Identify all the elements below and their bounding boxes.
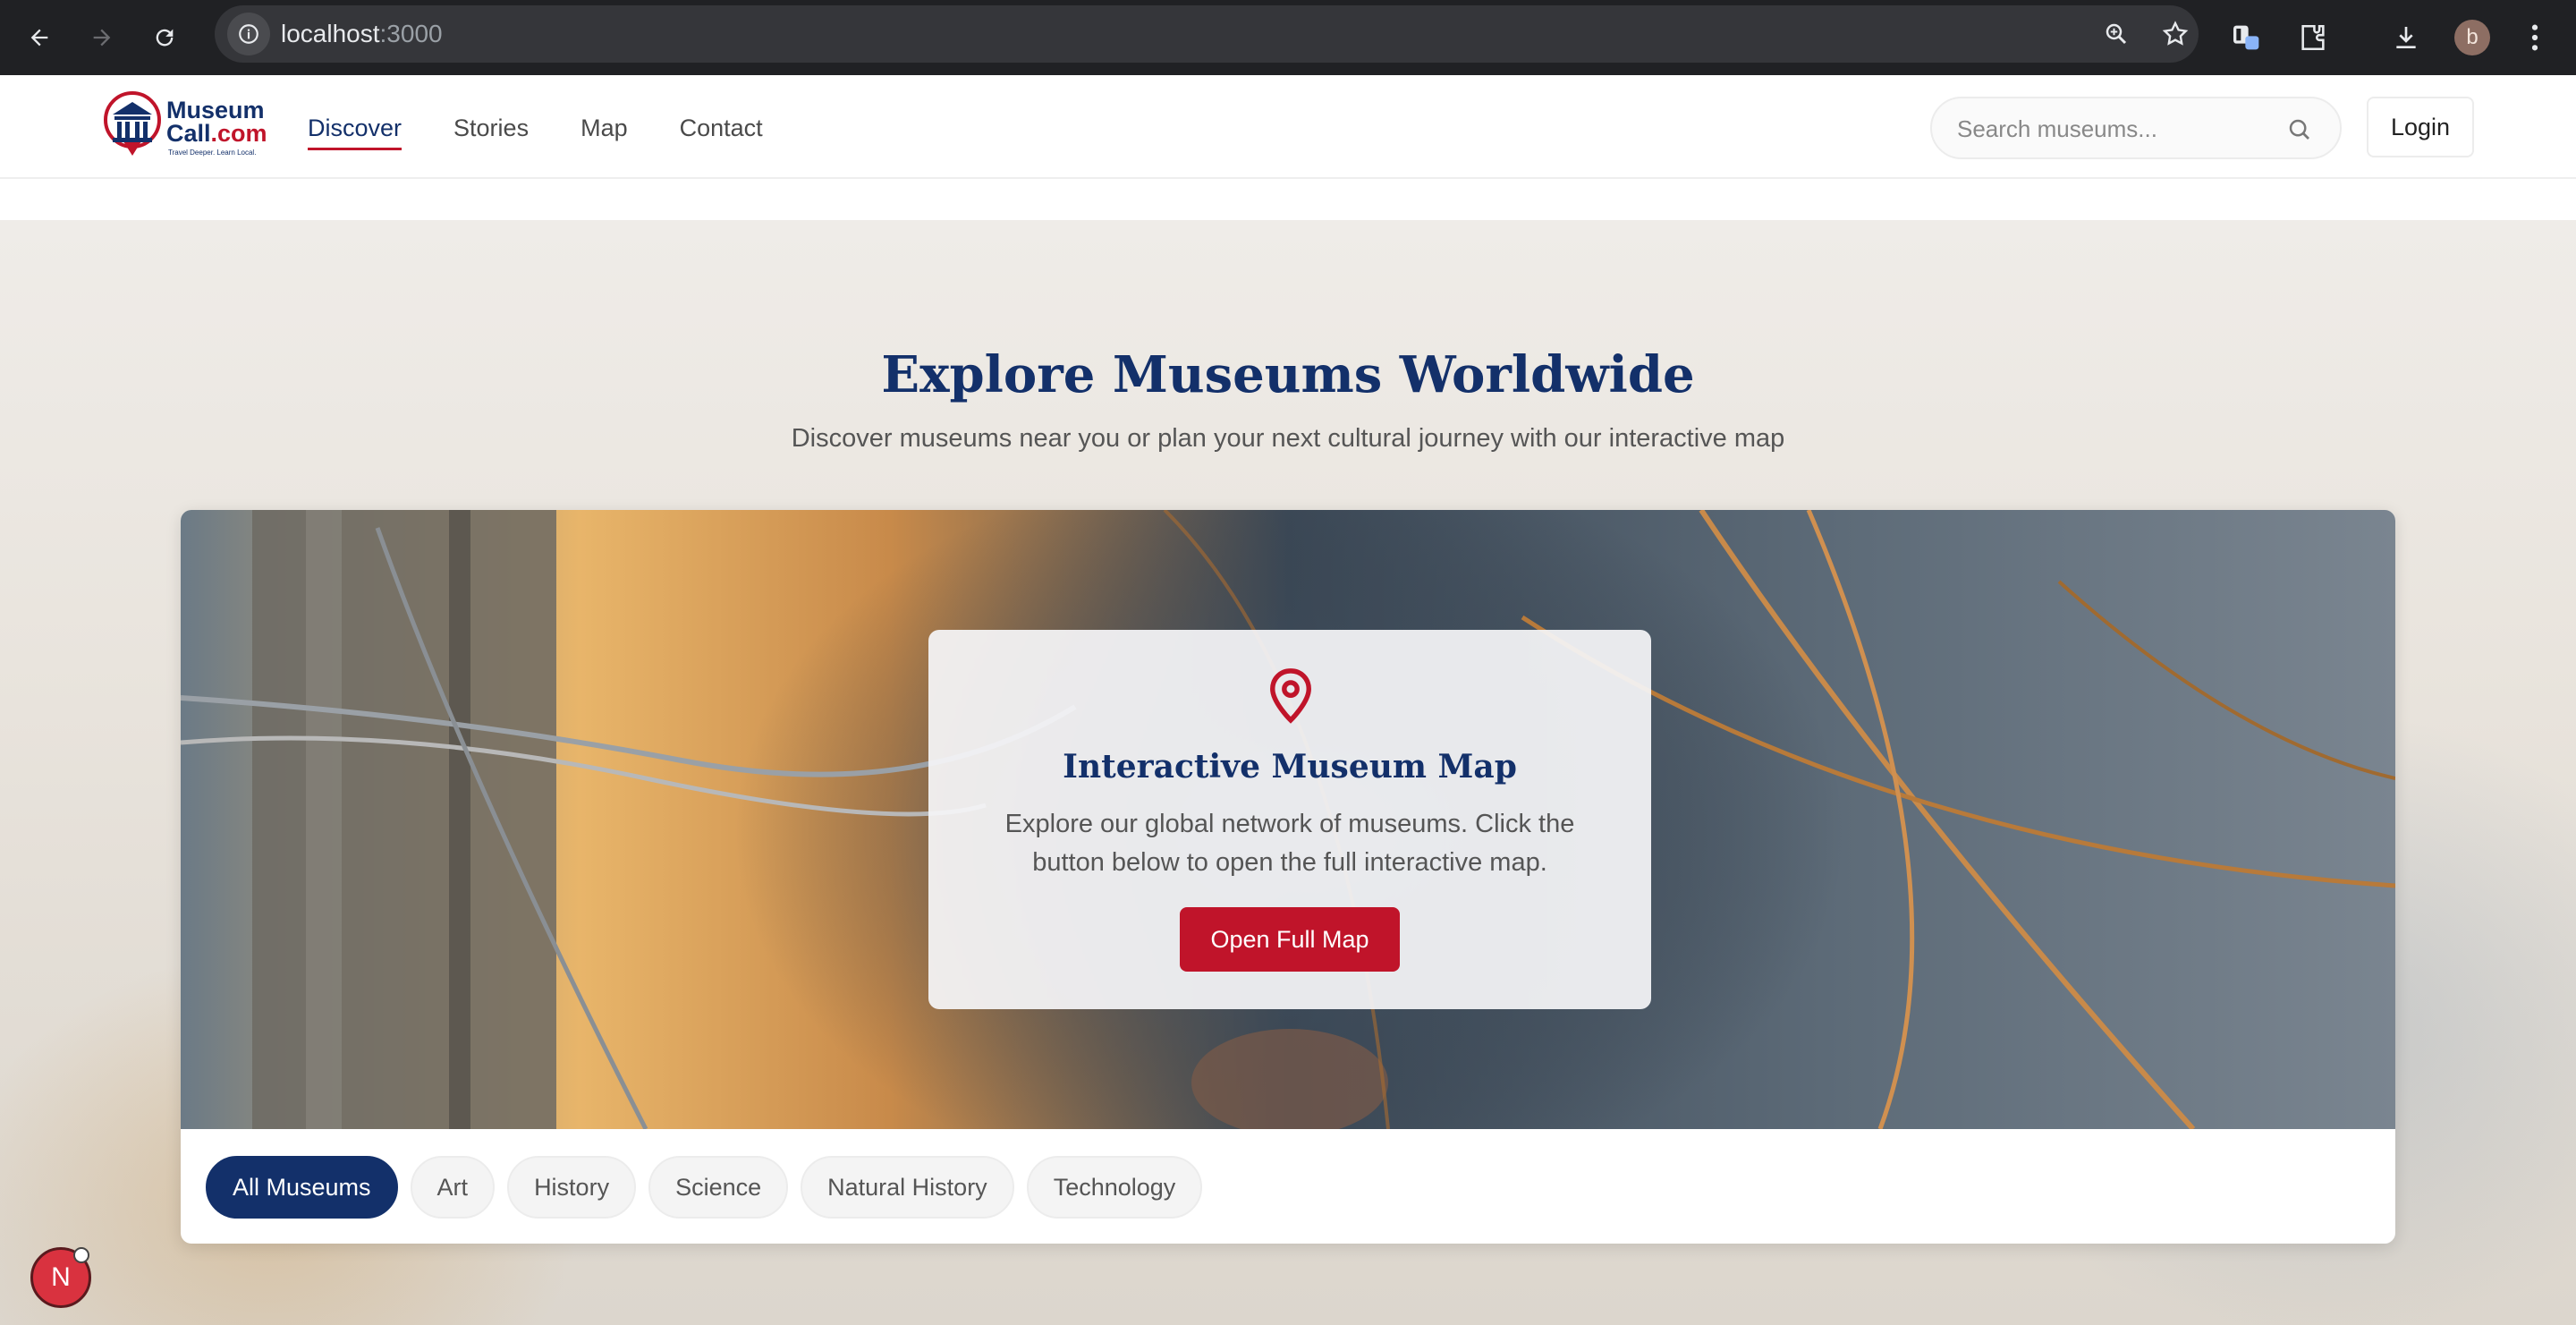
map-pin-icon: [1270, 668, 1311, 724]
download-icon[interactable]: [2381, 13, 2431, 63]
map-card: Interactive Museum Map Explore our globa…: [181, 510, 2395, 1244]
logo-text-museum: Museum: [166, 97, 265, 123]
profile-avatar[interactable]: b: [2447, 13, 2497, 63]
url-port: :3000: [379, 20, 443, 47]
browser-toolbar: localhost:3000 b: [0, 0, 2576, 75]
page-subtitle: Discover museums near you or plan your n…: [791, 424, 1785, 453]
logo-tagline: Travel Deeper. Learn Local.: [168, 149, 257, 157]
site-info-icon[interactable]: [227, 13, 270, 55]
nav-map[interactable]: Map: [580, 115, 628, 150]
map-overlay-panel: Interactive Museum Map Explore our globa…: [928, 630, 1651, 1009]
logo-text-call-word: Call: [166, 120, 211, 147]
reload-icon[interactable]: [140, 13, 190, 63]
open-full-map-button[interactable]: Open Full Map: [1180, 907, 1400, 972]
back-icon[interactable]: [14, 13, 64, 63]
nav-discover[interactable]: Discover: [308, 115, 402, 150]
site-header: Museum Call.com Travel Deeper. Learn Loc…: [0, 75, 2576, 179]
address-bar[interactable]: localhost:3000: [215, 5, 2199, 63]
menu-kebab-icon[interactable]: [2510, 13, 2560, 63]
zoom-icon[interactable]: [2098, 16, 2134, 52]
extensions-puzzle-icon[interactable]: [2288, 13, 2338, 63]
extension-icon[interactable]: [2222, 13, 2272, 63]
bookmark-star-icon[interactable]: [2157, 16, 2193, 52]
logo-text-tld: .com: [210, 120, 267, 147]
filter-technology[interactable]: Technology: [1026, 1156, 1203, 1219]
search-input[interactable]: [1957, 111, 2279, 147]
search-box: [1930, 97, 2342, 159]
filter-science[interactable]: Science: [648, 1156, 789, 1219]
nav-contact[interactable]: Contact: [680, 115, 763, 150]
forward-icon[interactable]: [77, 13, 127, 63]
page-title: Explore Museums Worldwide: [881, 345, 1695, 404]
login-button[interactable]: Login: [2367, 97, 2474, 157]
filter-natural-history[interactable]: Natural History: [801, 1156, 1014, 1219]
filter-history[interactable]: History: [507, 1156, 637, 1219]
header-spacer: [0, 179, 2576, 220]
search-icon[interactable]: [2286, 116, 2313, 143]
nav-stories[interactable]: Stories: [453, 115, 529, 150]
url-host: localhost: [281, 20, 380, 47]
site-logo[interactable]: Museum Call.com Travel Deeper. Learn Loc…: [104, 89, 267, 165]
filter-all-museums[interactable]: All Museums: [206, 1156, 398, 1219]
main-nav: Discover Stories Map Contact: [308, 115, 815, 150]
address-url: localhost:3000: [281, 20, 443, 48]
map-overlay-text: Explore our global network of museums. C…: [1004, 810, 1575, 877]
museum-building-logo-icon: [104, 91, 161, 156]
logo-text-call: Call.com: [166, 122, 267, 146]
map-overlay-title: Interactive Museum Map: [1063, 748, 1517, 786]
dev-tools-badge-dot: [73, 1247, 89, 1263]
category-filter-bar: All Museums Art History Science Natural …: [206, 1156, 1215, 1219]
filter-art[interactable]: Art: [410, 1156, 496, 1219]
profile-initial: b: [2454, 20, 2490, 55]
